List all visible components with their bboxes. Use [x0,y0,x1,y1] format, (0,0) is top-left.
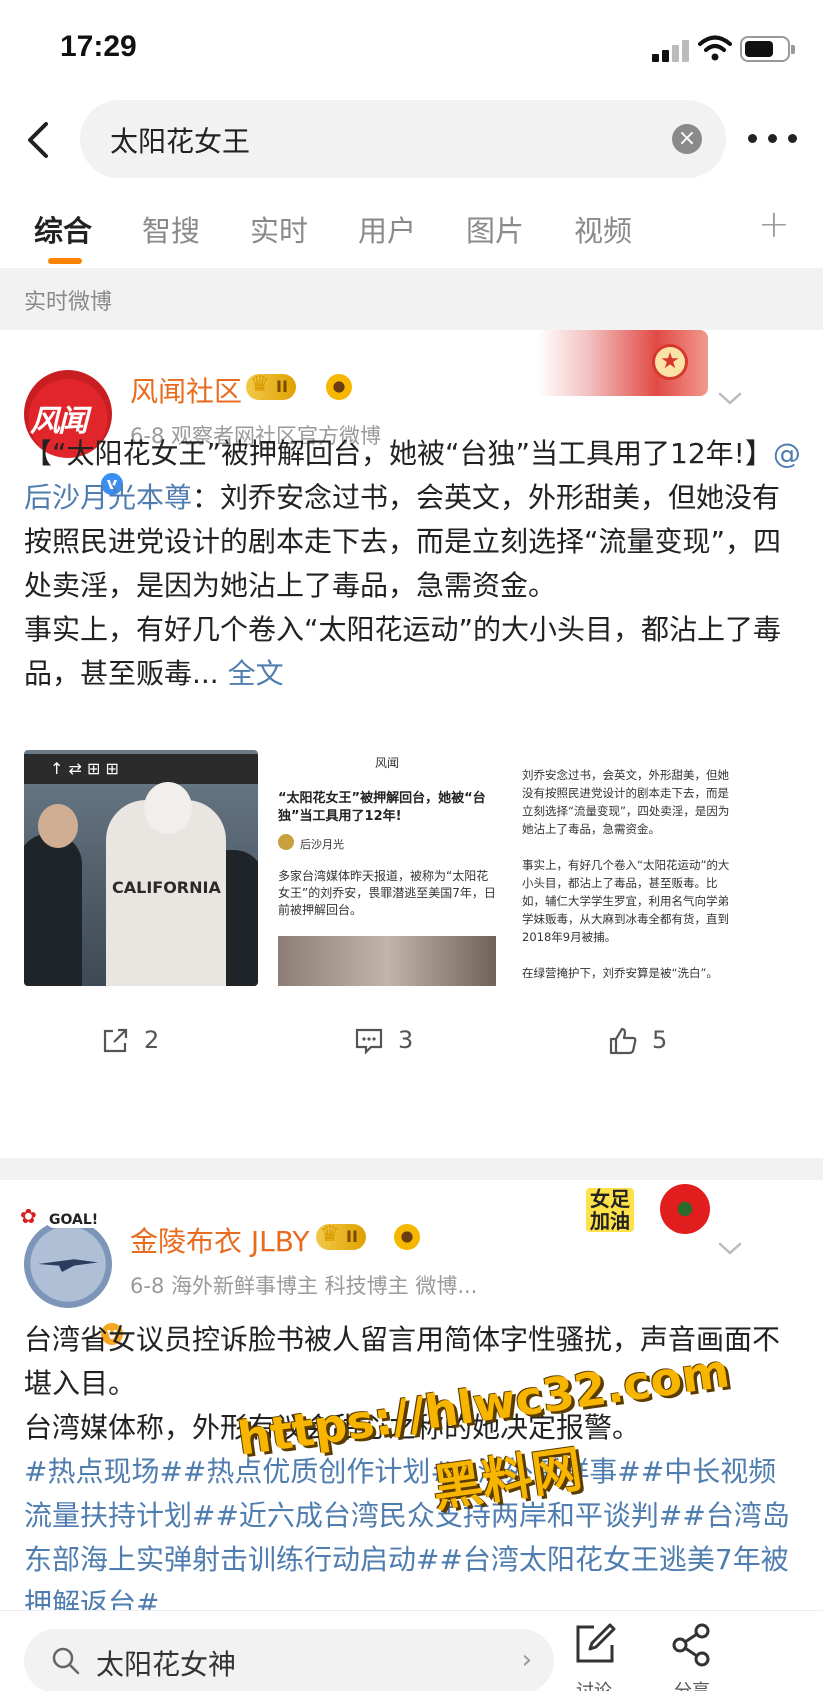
sticker: 女足 加油 [578,1180,718,1246]
feed-post[interactable]: ★ 风闻 v 风闻社区 ♛ II 6-8 观察者网社区官方微博 【“太阳花女王”被… [0,330,823,1158]
author-name[interactable]: 金陵布衣 JLBY [130,1220,310,1260]
status-bar: 17:29 [0,0,823,96]
comment-count: 3 [398,1026,414,1054]
wifi-icon [698,35,732,61]
image-photo [278,936,496,986]
section-title: 实时微博 [24,290,113,315]
crown-icon: ♛ [250,372,270,397]
tab-realtime[interactable]: 实时 [250,208,308,250]
figure [38,804,78,848]
sunflower-icon [394,1224,420,1250]
chevron-down-icon[interactable] [716,384,744,412]
level-text: II [346,1227,358,1246]
comment-icon [355,1028,383,1055]
related-search-button[interactable]: 太阳花女神 › [24,1629,554,1691]
search-icon [52,1647,80,1675]
image-app-title: 风闻 [374,756,399,770]
image-author: 后沙月光 [300,838,344,851]
post-actions: 2 3 5 [0,1020,823,1064]
level-badge: ♛ II [316,1222,366,1250]
add-tab-icon[interactable]: + [758,202,790,246]
search-header: 太阳花女王 × [0,96,823,186]
post-meta: 6-8 海外新鲜事博主 科技博主 微博... [130,1274,478,1298]
image-body-text: 刘乔安念过书，会英文，外形甜美，但她没有按照民进党设计的剧本走下去，而是立刻选择… [522,768,730,980]
sticker-text: 女足 加油 [586,1188,634,1232]
tab-videos[interactable]: 视频 [574,208,632,250]
image-author-avatar [278,834,294,850]
tab-smart-search[interactable]: 智搜 [142,208,200,250]
battery-icon [740,36,795,62]
thumbs-up-icon [609,1027,637,1055]
compose-icon [576,1623,616,1663]
section-header: 实时微博 [0,268,823,330]
airport-sign: ↑ ⇄ ⊞ ⊞ [24,754,258,784]
jet-image [38,1259,98,1272]
post-banner: ★ [538,330,708,396]
level-text: II [276,377,288,396]
active-tab-indicator [48,258,82,264]
level-badge: ♛ II [246,372,296,400]
avatar[interactable]: ✿ GOAL! v [20,1204,126,1348]
post-image[interactable]: ↑ ⇄ ⊞ ⊞ CALIFORNIA [24,750,258,986]
figure [144,782,192,834]
crown-icon: ♛ [320,1222,340,1247]
more-icon[interactable] [748,126,804,150]
sunflower-icon [326,374,352,400]
flower-icon: ✿ [20,1204,37,1228]
post-text: 事实上，有好几个卷入“太阳花运动”的大小头目，都沾上了毒品，甚至贩毒... [24,613,782,690]
share-nodes-icon [672,1623,710,1667]
tab-users[interactable]: 用户 [358,208,416,250]
star-emblem-icon: ★ [652,344,688,380]
back-arrow-icon[interactable] [18,118,62,162]
clear-icon[interactable]: × [672,124,702,154]
repost-count: 2 [144,1026,160,1054]
figure [24,834,82,986]
tab-comprehensive[interactable]: 综合 [34,208,92,250]
goal-sticker: GOAL! [46,1212,102,1228]
like-count: 5 [652,1026,668,1054]
status-time: 17:29 [60,30,137,63]
tab-images[interactable]: 图片 [466,208,524,250]
signal-icon [652,40,692,62]
discuss-button[interactable]: 讨论 [564,1621,624,1691]
discuss-label: 讨论 [564,1677,624,1691]
post-image[interactable]: 刘乔安念过书，会英文，外形甜美，但她没有按照民进党设计的剧本走下去，而是立刻选择… [516,750,740,986]
watermark-site-name: 黑料网 [428,1439,586,1519]
bottom-bar: 太阳花女神 › 讨论 分享 [0,1610,823,1691]
related-search-text: 太阳花女神 [96,1648,237,1681]
share-button[interactable]: 分享 [662,1621,722,1691]
search-input[interactable]: 太阳花女王 × [80,100,726,178]
post-body: 【“太阳花女王”被押解回台，她被“台独”当工具用了12年!】@后沙月光本尊：刘乔… [24,432,802,696]
image-headline: “太阳花女王”被押解回台，她被“台独”当工具用了12年! [278,791,486,824]
post-image[interactable]: 风闻 “太阳花女王”被押解回台，她被“台独”当工具用了12年! 后沙月光 多家台… [270,750,504,986]
post-divider [0,1158,823,1180]
share-label: 分享 [662,1677,722,1691]
post-text: 【“太阳花女王”被押解回台，她被“台独”当工具用了12年!】 [24,437,773,470]
shirt-text: CALIFORNIA [112,878,221,897]
image-body-text: 多家台湾媒体昨天报道，被称为“太阳花女王”的刘乔安，畏罪潜逃至美国7年，日前被押… [278,869,496,917]
flower-icon [660,1184,710,1234]
chevron-down-icon[interactable] [716,1234,744,1262]
search-query: 太阳花女王 [110,125,251,158]
share-icon [103,1028,128,1053]
tab-bar: 综合 智搜 实时 用户 图片 视频 + [0,200,823,266]
author-name[interactable]: 风闻社区 [130,370,242,410]
read-more-link[interactable]: 全文 [228,657,284,690]
image-grid: ↑ ⇄ ⊞ ⊞ CALIFORNIA 风闻 “太阳花女王”被押解回台，她被“台独… [24,750,740,986]
chevron-right-icon: › [521,1645,532,1675]
